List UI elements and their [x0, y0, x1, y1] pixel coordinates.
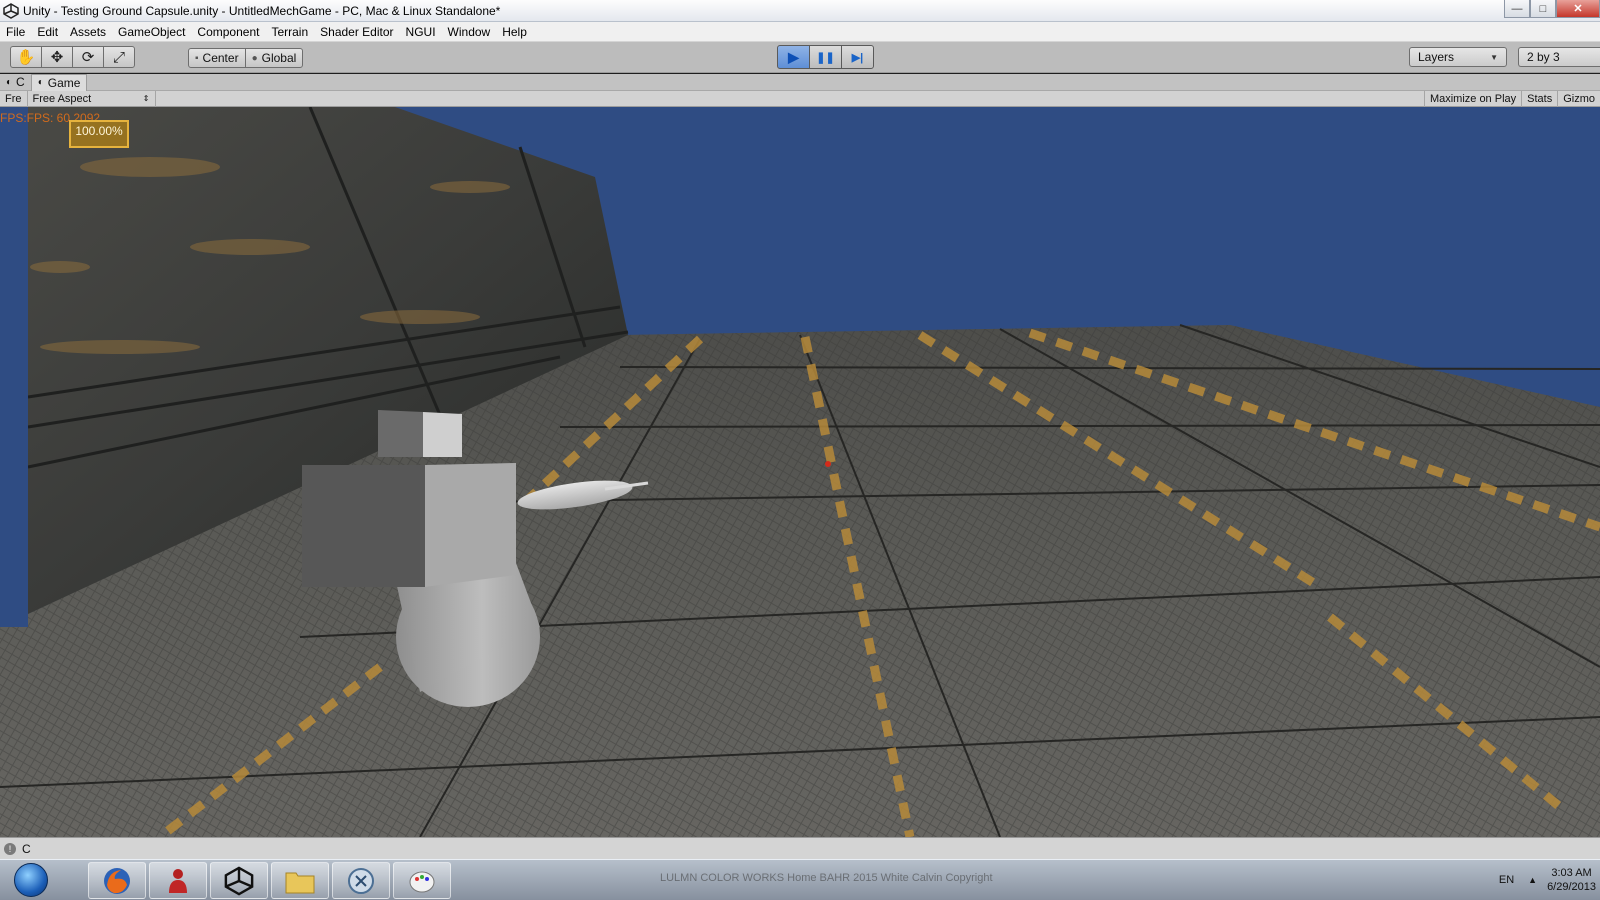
taskbar-background-text: LULMN COLOR WORKS Home BAHR 2015 White C… — [660, 872, 993, 884]
taskbar-file-explorer[interactable] — [271, 862, 329, 899]
menu-assets[interactable]: Assets — [64, 25, 112, 39]
system-tray: EN ▲ 3:03 AM 6/29/2013 — [1499, 860, 1600, 900]
clock-date: 6/29/2013 — [1547, 881, 1596, 893]
tab-game[interactable]: ◐ Game — [30, 73, 88, 91]
taskbar-unity[interactable] — [210, 862, 268, 899]
gizmos-toggle[interactable]: Gizmo — [1557, 91, 1600, 107]
menu-window[interactable]: Window — [442, 25, 497, 39]
figure-icon — [169, 868, 187, 893]
clock-time: 3:03 AM — [1551, 867, 1592, 879]
game-scene — [0, 107, 1600, 837]
pivot-center-label: Center — [202, 51, 239, 65]
body-cube-front — [302, 465, 425, 587]
menu-help[interactable]: Help — [496, 25, 533, 39]
globe-icon: ● — [251, 52, 258, 64]
move-tool-button[interactable]: ✥ — [41, 46, 73, 68]
window-title: Unity - Testing Ground Capsule.unity - U… — [23, 3, 501, 18]
start-button[interactable] — [4, 860, 58, 900]
layout-dropdown[interactable]: 2 by 3 — [1518, 47, 1600, 67]
game-view-toolbar: Fre Free Aspect ⇕ Maximize on Play Stats… — [0, 90, 1600, 107]
taskbar-paint[interactable] — [393, 862, 451, 899]
taskbar-app-red[interactable] — [149, 862, 207, 899]
game-tab-icon: ◐ — [37, 77, 44, 88]
stats-toggle[interactable]: Stats — [1521, 91, 1557, 107]
unity-icon — [3, 2, 19, 19]
menu-ngui[interactable]: NGUI — [400, 25, 442, 39]
pivot-center-button[interactable]: ▪ Center — [188, 48, 246, 68]
menu-edit[interactable]: Edit — [31, 25, 64, 39]
status-bar[interactable]: ! C — [0, 837, 1600, 859]
taskbar-app-mouse[interactable] — [332, 862, 390, 899]
taskbar-firefox[interactable] — [88, 862, 146, 899]
toolbar: ✋ ✥ ⟳ ⤢ ▪ Center ● Global ▶ ❚❚ ▶| Layers… — [0, 42, 1600, 73]
pause-button[interactable]: ❚❚ — [809, 45, 842, 69]
free-button[interactable]: Fre — [0, 90, 28, 107]
menu-gameobject[interactable]: GameObject — [112, 25, 191, 39]
clock[interactable]: 3:03 AM 6/29/2013 — [1547, 866, 1596, 894]
crosshair-dot — [825, 461, 831, 467]
unity-tab-icon: ◐ — [6, 76, 13, 88]
folder-icon — [285, 872, 315, 893]
layers-dropdown[interactable]: Layers ▼ — [1409, 47, 1507, 67]
menu-component[interactable]: Component — [191, 25, 265, 39]
game-viewport[interactable]: FPS:FPS: 60.2092 100.00% — [0, 107, 1600, 837]
step-button[interactable]: ▶| — [841, 45, 874, 69]
hand-tool-button[interactable]: ✋ — [10, 46, 42, 68]
chevron-up-icon[interactable]: ▲ — [1528, 875, 1537, 885]
updown-icon: ⇕ — [142, 94, 150, 103]
layers-label: Layers — [1418, 50, 1455, 64]
chevron-down-icon: ▼ — [1490, 52, 1498, 62]
zoom-badge: 100.00% — [69, 120, 129, 148]
aspect-dropdown[interactable]: Free Aspect ⇕ — [28, 90, 156, 107]
maximize-on-play-toggle[interactable]: Maximize on Play — [1423, 91, 1521, 107]
firefox-icon — [104, 867, 130, 894]
status-message: C — [22, 841, 31, 856]
title-bar: Unity - Testing Ground Capsule.unity - U… — [0, 0, 1600, 22]
scale-tool-button[interactable]: ⤢ — [103, 46, 135, 68]
body-cube-side — [425, 463, 516, 587]
head-cube-side — [423, 412, 462, 457]
tab-bar: ◐ C ◐ Game — [0, 73, 1600, 91]
minimize-button[interactable]: — — [1504, 0, 1530, 18]
close-button[interactable]: ✕ — [1556, 0, 1600, 18]
pivot-center-icon: ▪ — [195, 52, 199, 64]
mouse-icon — [348, 867, 374, 894]
tab-game-label: Game — [47, 75, 81, 90]
play-button[interactable]: ▶ — [777, 45, 810, 69]
language-indicator[interactable]: EN — [1499, 874, 1514, 886]
taskbar: LULMN COLOR WORKS Home BAHR 2015 White C… — [0, 859, 1600, 900]
info-icon: ! — [4, 842, 16, 855]
pivot-global-label: Global — [261, 51, 297, 65]
tab-collapsed-label: C — [16, 75, 25, 89]
menu-terrain[interactable]: Terrain — [265, 25, 314, 39]
maximize-button[interactable]: □ — [1530, 0, 1556, 18]
head-cube-front — [378, 410, 423, 457]
aspect-label: Free Aspect — [32, 92, 92, 105]
menu-bar: File Edit Assets GameObject Component Te… — [0, 22, 1600, 42]
menu-shader-editor[interactable]: Shader Editor — [314, 25, 399, 39]
windows-start-icon — [14, 863, 48, 897]
layout-label: 2 by 3 — [1527, 50, 1560, 64]
menu-file[interactable]: File — [0, 25, 31, 39]
rotate-tool-button[interactable]: ⟳ — [72, 46, 104, 68]
left-sky-strip — [0, 107, 28, 627]
pivot-global-button[interactable]: ● Global — [244, 48, 304, 68]
paint-icon — [409, 871, 435, 892]
unity-taskbar-icon — [224, 865, 254, 896]
tab-collapsed[interactable]: ◐ C — [0, 74, 31, 91]
